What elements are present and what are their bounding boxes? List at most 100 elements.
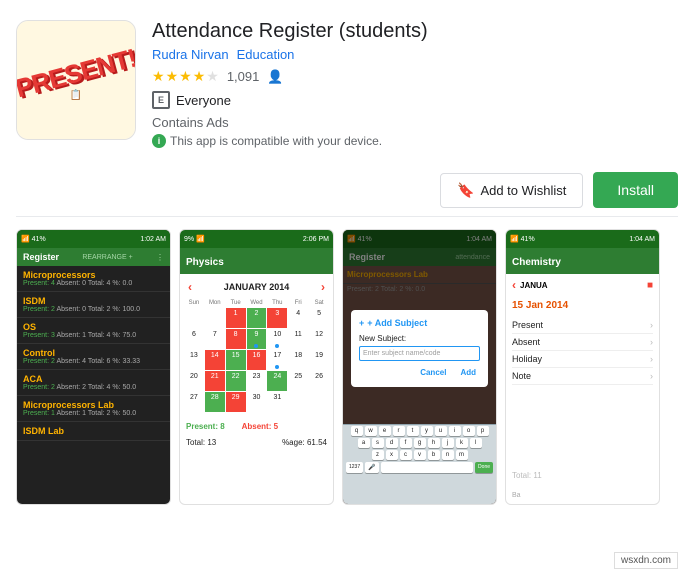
ss4-red-box: ■: [647, 280, 653, 291]
ss2-toolbar-title: Physics: [186, 257, 224, 268]
ss2-toolbar: Physics: [180, 248, 333, 274]
wishlist-label: Add to Wishlist: [480, 183, 566, 198]
keyboard-row-3: z x c v b n m: [343, 449, 496, 461]
category-link[interactable]: Education: [237, 47, 295, 62]
screenshot-3: 📶 41%1:04 AM Register attendance Micropr…: [342, 229, 497, 505]
star-2: ★: [166, 68, 179, 85]
ss1-rearrange-btn: REARRANGE +: [82, 254, 132, 261]
cal-day: 31: [267, 392, 287, 412]
contains-ads: Contains Ads: [152, 115, 678, 130]
cal-day: 15: [226, 350, 246, 370]
cal-prev-btn[interactable]: ‹: [188, 280, 192, 294]
cal-percent: %age: 61.54: [282, 438, 327, 447]
cal-day: 10: [267, 329, 287, 349]
ss1-more-icon: ⋮: [156, 253, 164, 262]
info-icon: i: [152, 134, 166, 148]
subject-microprocessors: Microprocessors Present: 4 Absent: 0 Tot…: [17, 266, 170, 292]
option-holiday[interactable]: Holiday ›: [512, 351, 653, 368]
chevron-right-icon: ›: [650, 371, 653, 381]
ss4-bottom-label: Ba: [512, 492, 521, 499]
cal-day: 20: [184, 371, 204, 391]
add-button[interactable]: Add: [456, 366, 480, 379]
wishlist-button[interactable]: 🔖 Add to Wishlist: [440, 173, 583, 208]
ss1-toolbar: Register REARRANGE + ⋮: [17, 248, 170, 266]
cal-absent-count: Absent: 5: [242, 422, 278, 431]
cal-day: 6: [184, 329, 204, 349]
dialog-buttons: Cancel Add: [359, 366, 480, 379]
app-title: Attendance Register (students): [152, 20, 678, 43]
keyboard-row-1: q w e r t y u i o p: [343, 425, 496, 437]
app-info: Attendance Register (students) Rudra Nir…: [152, 20, 678, 148]
add-subject-dialog: + + Add Subject New Subject: Enter subje…: [351, 310, 488, 387]
star-rating: ★ ★ ★ ★ ★: [152, 68, 219, 85]
cal-day: 8: [226, 329, 246, 349]
subject-control: Control Present: 2 Absent: 4 Total: 6 %:…: [17, 344, 170, 370]
ss4-toolbar: Chemistry: [506, 248, 659, 274]
ss4-cal-prev[interactable]: ‹: [512, 278, 516, 292]
cal-day: 13: [184, 350, 204, 370]
cal-day: 12: [309, 329, 329, 349]
cal-day: 25: [288, 371, 308, 391]
cal-title: JANUARY 2014: [224, 282, 290, 292]
age-label: Everyone: [176, 93, 231, 108]
app-icon: PRESENT! 📋: [16, 20, 136, 140]
option-note[interactable]: Note ›: [512, 368, 653, 385]
cal-footer: Present: 8 Absent: 5: [180, 412, 333, 438]
attendance-date: 15 Jan 2014: [512, 300, 653, 311]
ss4-cal-strip: ‹ JANUA ■: [506, 274, 659, 296]
cal-day: 16: [247, 350, 267, 370]
cal-day: 22: [226, 371, 246, 391]
ss2-statusbar: 9% 📶2:06 PM: [180, 230, 333, 248]
keyboard-row-4: 1237 🎤 Done: [343, 461, 496, 474]
cal-day: [184, 308, 204, 328]
app-meta: Rudra Nirvan Education: [152, 47, 678, 62]
cal-day: 9: [247, 329, 267, 349]
compatible-text: This app is compatible with your device.: [170, 134, 382, 148]
cal-next-btn[interactable]: ›: [321, 280, 325, 294]
screenshot-1: 📶 41%1:02 AM Register REARRANGE + ⋮ Micr…: [16, 229, 171, 505]
cal-day: 4: [288, 308, 308, 328]
new-subject-label: New Subject:: [359, 334, 480, 343]
cal-totals: Total: 13 %age: 61.54: [180, 438, 333, 451]
calendar-grid: Sun Mon Tue Wed Thu Fri Sat 1 2 3 4 5: [180, 300, 333, 412]
cal-day: 14: [205, 350, 225, 370]
cancel-button[interactable]: Cancel: [416, 366, 450, 379]
star-4: ★: [193, 68, 206, 85]
cal-day: 26: [309, 371, 329, 391]
dialog-title: + + Add Subject: [359, 318, 480, 328]
ss4-total: Total: 11: [506, 467, 659, 484]
option-absent[interactable]: Absent ›: [512, 334, 653, 351]
calendar-header: ‹ JANUARY 2014 ›: [180, 274, 333, 300]
watermark: wsxdn.com: [614, 552, 678, 569]
install-button[interactable]: Install: [593, 172, 678, 208]
keyboard: q w e r t y u i o p a s d f g h: [343, 424, 496, 504]
star-3: ★: [179, 68, 192, 85]
cal-day: 29: [226, 392, 246, 412]
chevron-right-icon: ›: [650, 337, 653, 347]
cal-day: 5: [309, 308, 329, 328]
bookmark-icon: 🔖: [457, 182, 474, 199]
subject-input[interactable]: Enter subject name/code: [359, 346, 480, 361]
app-header: PRESENT! 📋 Attendance Register (students…: [0, 0, 694, 164]
screenshots-section: 📶 41%1:02 AM Register REARRANGE + ⋮ Micr…: [0, 217, 694, 517]
keyboard-row-2: a s d f g h j k l: [343, 437, 496, 449]
chevron-right-icon: ›: [650, 320, 653, 330]
ss4-toolbar-title: Chemistry: [512, 257, 561, 268]
option-present[interactable]: Present ›: [512, 317, 653, 334]
developer-link[interactable]: Rudra Nirvan: [152, 47, 229, 62]
cal-present-count: Present: 8: [186, 422, 225, 431]
cal-day: 17: [267, 350, 287, 370]
cal-total: Total: 13: [186, 438, 216, 447]
screenshot-2: 9% 📶2:06 PM Physics ‹ JANUARY 2014 › Sun…: [179, 229, 334, 505]
rating-row: ★ ★ ★ ★ ★ 1,091 👤: [152, 68, 678, 85]
subject-isdm: ISDM Present: 2 Absent: 0 Total: 2 %: 10…: [17, 292, 170, 318]
ss1-statusbar: 📶 41%1:02 AM: [17, 230, 170, 248]
cal-day: 21: [205, 371, 225, 391]
ss4-cal-title: JANUA: [520, 281, 647, 290]
ss4-statusbar: 📶 41%1:04 AM: [506, 230, 659, 248]
cal-days: 1 2 3 4 5 6 7 8 9 10 11 12 13 14 15: [184, 308, 329, 412]
cal-day: [205, 308, 225, 328]
compatible-row: i This app is compatible with your devic…: [152, 134, 678, 148]
screenshots-row: 📶 41%1:02 AM Register REARRANGE + ⋮ Micr…: [0, 229, 694, 505]
star-1: ★: [152, 68, 165, 85]
